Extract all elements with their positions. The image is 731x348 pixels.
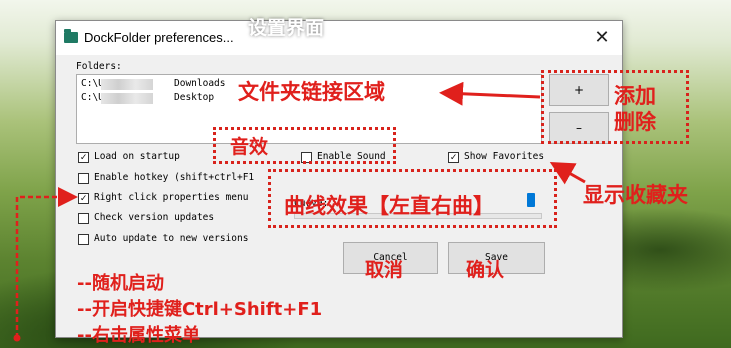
annotation-hotkey: --开启快捷键Ctrl+Shift+F1: [77, 299, 323, 320]
arrow-to-folder-list: [439, 81, 541, 106]
annotation-cancel: 取消: [365, 259, 404, 281]
annotation-folder-link-area: 文件夹链接区域: [238, 80, 385, 104]
arrow-to-show-favorites: [549, 162, 586, 185]
annotation-startup: --随机启动: [77, 273, 164, 294]
annotation-show-favorites: 显示收藏夹: [583, 183, 688, 207]
annotation-sound: 音效: [230, 136, 269, 158]
bracket-line: [15, 195, 62, 338]
bracket-dot: [13, 334, 21, 342]
annotation-confirm: 确认: [466, 259, 505, 281]
annotation-remove: 删除: [614, 110, 656, 134]
annotation-curve-effect: 曲线效果【左直右曲】: [284, 194, 494, 218]
annotation-settings-ui: 设置界面: [248, 17, 325, 39]
annotation-right-click: --右击属性菜单: [77, 325, 200, 346]
